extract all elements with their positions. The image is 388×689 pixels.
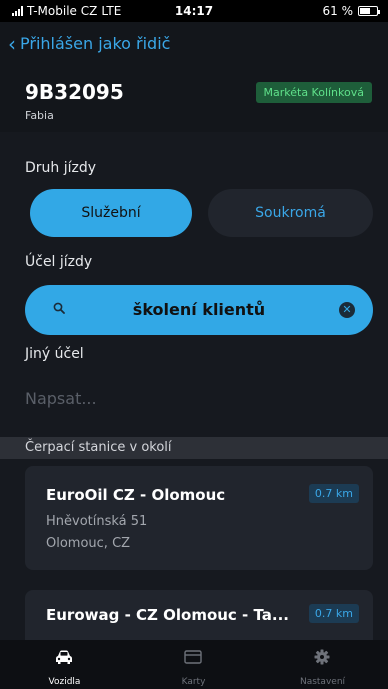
battery-group: 61 % [322, 4, 380, 18]
trip-type-private-button[interactable]: Soukromá [208, 189, 373, 237]
other-purpose-input[interactable]: Napsat... [25, 389, 97, 408]
trip-type-business-button[interactable]: Služební [30, 189, 192, 237]
vehicle-header: ‹ Přihlášen jako řidič 9B32095 Fabia Mar… [0, 22, 388, 132]
station-distance-badge: 0.7 km [308, 484, 359, 503]
tab-bar: Vozidla Karty Nastavení [0, 640, 388, 689]
station-distance-badge: 0.7 km [308, 604, 359, 623]
tab-label: Nastavení [299, 677, 346, 687]
stations-section-title: Čerpací stanice v okolí [25, 440, 172, 455]
battery-icon [358, 6, 380, 16]
battery-percent: 61 % [322, 4, 354, 18]
car-icon [56, 650, 72, 664]
clear-icon[interactable]: ✕ [339, 302, 355, 318]
license-plate: 9B32095 [25, 80, 124, 104]
station-name: Eurowag - CZ Olomouc - Ta... [46, 606, 290, 624]
stations-section-header: Čerpací stanice v okolí [0, 437, 388, 459]
chevron-left-icon: ‹ [8, 31, 16, 56]
trip-purpose-label: Účel jízdy [25, 254, 93, 270]
gear-icon [314, 649, 330, 665]
tab-label: Vozidla [48, 677, 81, 687]
tab-label: Karty [181, 677, 206, 687]
back-button[interactable]: ‹ Přihlášen jako řidič [8, 31, 171, 56]
card-icon [184, 650, 202, 664]
tab-cards[interactable]: Karty [129, 640, 258, 689]
trip-purpose-value: školení klientů [132, 300, 266, 319]
back-label: Přihlášen jako řidič [20, 34, 171, 53]
tab-vehicles[interactable]: Vozidla [0, 640, 129, 689]
station-card[interactable]: Eurowag - CZ Olomouc - Ta... 0.7 km [25, 590, 373, 640]
vehicle-model: Fabia [25, 109, 54, 122]
station-city: Olomouc, CZ [46, 536, 131, 551]
station-street: Hněvotínská 51 [46, 514, 148, 529]
station-card[interactable]: EuroOil CZ - Olomouc Hněvotínská 51 Olom… [25, 466, 373, 570]
driver-badge: Markéta Kolínková [255, 82, 372, 103]
tab-settings[interactable]: Nastavení [258, 640, 387, 689]
station-name: EuroOil CZ - Olomouc [46, 486, 226, 504]
status-bar: T-Mobile CZ LTE 14:17 61 % [0, 0, 388, 22]
trip-type-label: Druh jízdy [25, 160, 97, 176]
other-purpose-label: Jiný účel [25, 346, 84, 362]
trip-purpose-search[interactable]: školení klientů ✕ [25, 285, 373, 335]
